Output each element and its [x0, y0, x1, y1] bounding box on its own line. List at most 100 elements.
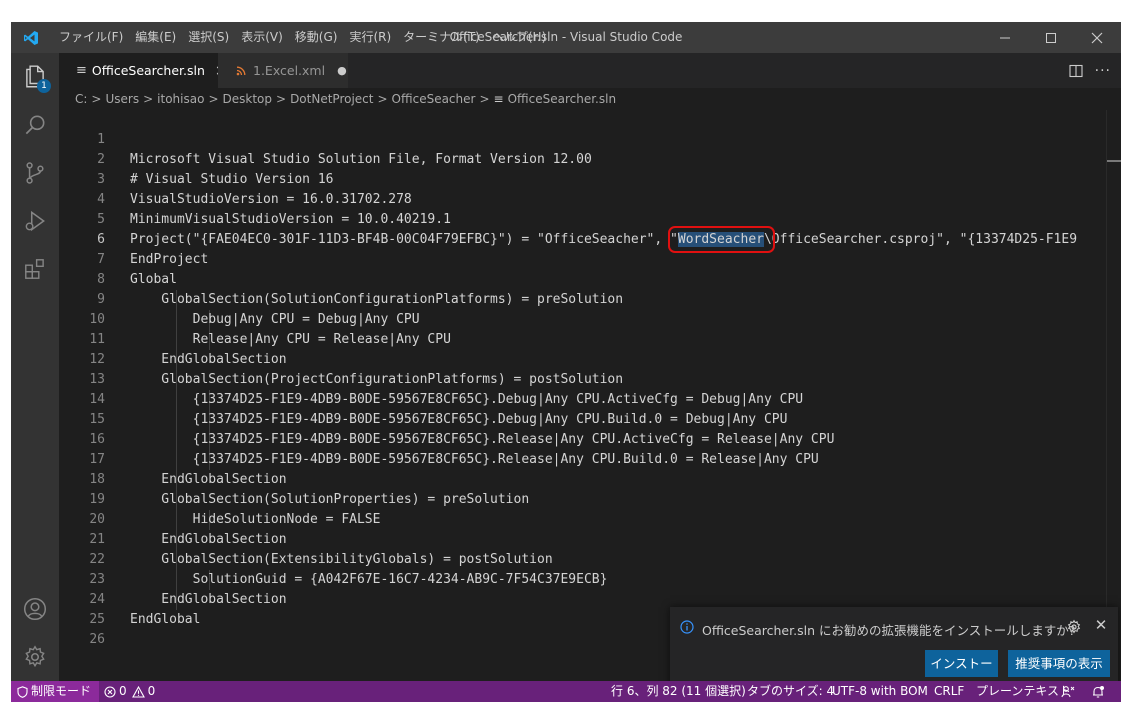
manage-button[interactable]: [11, 633, 59, 681]
close-icon: [1091, 32, 1103, 43]
extension-recommendation-notification: OfficeSearcher.sln にお勧めの拡張機能をインストールしますか?…: [670, 607, 1118, 698]
notifications-button[interactable]: [1091, 681, 1105, 702]
line-number: 5: [97, 212, 105, 227]
language-mode[interactable]: プレーンテキスト: [976, 681, 1071, 702]
editor-tabs: ≡ OfficeSearcher.sln × 1.Excel.xml ● ···: [59, 53, 1121, 88]
tab-officesearcher-sln[interactable]: ≡ OfficeSearcher.sln ×: [59, 53, 227, 88]
line-text-after: \OfficeSearcher.csproj", "{13374D25-F1E9: [763, 232, 1078, 247]
line-number: 19: [89, 492, 105, 507]
line-number: 11: [89, 332, 105, 347]
encoding[interactable]: UTF-8 with BOM: [832, 681, 928, 702]
line-number: 8: [97, 272, 105, 287]
breadcrumb-item[interactable]: OfficeSeacher: [392, 92, 476, 106]
line-text: Release|Any CPU = Release|Any CPU: [130, 332, 451, 347]
notification-message: OfficeSearcher.sln にお勧めの拡張機能をインストールしますか?: [702, 623, 1076, 638]
shield-icon: [17, 685, 28, 698]
tab-excel-xml[interactable]: 1.Excel.xml ●: [218, 53, 348, 88]
minimize-button[interactable]: [982, 22, 1028, 53]
run-debug-button[interactable]: [11, 197, 59, 245]
account-button[interactable]: [11, 585, 59, 633]
breadcrumb-file[interactable]: OfficeSearcher.sln: [508, 92, 616, 106]
menu-terminal[interactable]: ターミナル(T): [397, 22, 486, 53]
vscode-window: ファイル(F) 編集(E) 選択(S) 表示(V) 移動(G) 実行(R) ター…: [11, 22, 1121, 702]
close-window-button[interactable]: [1074, 22, 1120, 53]
line-number: 20: [89, 512, 105, 527]
close-icon[interactable]: ✕: [1093, 617, 1109, 633]
source-control-button[interactable]: [11, 149, 59, 197]
text-file-icon: ≡: [76, 63, 87, 78]
line-number: 26: [89, 632, 105, 647]
more-actions-icon[interactable]: ···: [1095, 63, 1111, 79]
menu-run[interactable]: 実行(R): [343, 22, 397, 53]
breadcrumb-item[interactable]: Desktop: [223, 92, 273, 106]
line-text: EndGlobalSection: [130, 352, 287, 367]
breadcrumb-separator: >: [143, 92, 154, 106]
cursor-position[interactable]: 行 6、列 82 (11 個選択): [611, 681, 746, 702]
vscode-logo-icon[interactable]: [23, 30, 39, 46]
breadcrumb-separator: >: [91, 92, 102, 106]
activity-bar: 1: [11, 53, 59, 681]
restricted-mode-indicator[interactable]: 制限モード: [11, 681, 100, 702]
explorer-badge: 1: [37, 79, 51, 93]
breadcrumb-separator: >: [377, 92, 388, 106]
vertical-scrollbar[interactable]: [1106, 110, 1121, 681]
line-number: 25: [89, 612, 105, 627]
line-number: 18: [89, 472, 105, 487]
explorer-button[interactable]: 1: [11, 53, 59, 101]
breadcrumb-item[interactable]: Users: [105, 92, 139, 106]
rss-xml-icon: [236, 66, 246, 75]
run-debug-icon: [25, 210, 45, 232]
line-number: 15: [89, 412, 105, 427]
scrollbar-cursor-marker: [1107, 160, 1121, 162]
menu-file[interactable]: ファイル(F): [53, 22, 129, 53]
settings-gear-icon: [25, 645, 45, 668]
account-icon: [23, 597, 47, 621]
line-number: 7: [97, 252, 105, 267]
breadcrumb-separator: >: [479, 92, 490, 106]
extensions-button[interactable]: [11, 245, 59, 293]
menu-selection[interactable]: 選択(S): [182, 22, 235, 53]
line-text-before: Project("{FAE04EC0-301F-11D3-BF4B-00C04F…: [130, 232, 678, 247]
editor-actions: ···: [1069, 53, 1111, 88]
breadcrumb-separator: >: [208, 92, 219, 106]
show-recommendations-button[interactable]: 推奨事項の表示: [1008, 650, 1110, 677]
line-text: GlobalSection(ProjectConfigurationPlatfo…: [130, 372, 624, 387]
line-number: 16: [89, 432, 105, 447]
status-bar: 制限モード 0 0 行 6、列 82 (11 個選択) タブのサイズ: 4 UT…: [11, 681, 1121, 702]
breadcrumb-item[interactable]: C:: [75, 92, 87, 106]
minimize-icon: [1000, 37, 1010, 38]
tab-size[interactable]: タブのサイズ: 4: [747, 681, 834, 702]
breadcrumb-item[interactable]: DotNetProject: [290, 92, 373, 106]
unsaved-dot-icon[interactable]: ●: [337, 64, 347, 77]
error-count: 0: [119, 684, 127, 698]
feedback-button[interactable]: [1061, 681, 1075, 702]
settings-gear-icon[interactable]: [1066, 619, 1082, 635]
line-number: 22: [89, 552, 105, 567]
line-text: {13374D25-F1E9-4DB9-B0DE-59567E8CF65C}.R…: [130, 432, 835, 447]
install-button[interactable]: インストール: [925, 650, 998, 698]
menu-go[interactable]: 移動(G): [289, 22, 344, 53]
line-number: 24: [89, 592, 105, 607]
line-number: 3: [97, 172, 105, 187]
line-text: HideSolutionNode = FALSE: [130, 512, 381, 527]
breadcrumb-item[interactable]: itohisao: [157, 92, 204, 106]
line-number: 10: [89, 312, 105, 327]
annotation-highlight-box: [667, 226, 775, 253]
line-number: 14: [89, 392, 105, 407]
error-icon: [104, 685, 116, 698]
menu-edit[interactable]: 編集(E): [129, 22, 182, 53]
warning-count: 0: [147, 684, 156, 698]
menu-view[interactable]: 表示(V): [235, 22, 289, 53]
warning-icon: [131, 685, 145, 698]
tab-label: 1.Excel.xml: [253, 63, 326, 78]
line-text: # Visual Studio Version 16: [130, 172, 334, 187]
code-editor[interactable]: 1 2 Microsoft Visual Studio Solution File…: [59, 110, 1121, 681]
line-number: 12: [89, 352, 105, 367]
search-button[interactable]: [11, 101, 59, 149]
menu-help[interactable]: ヘルプ(H): [486, 22, 552, 53]
line-text: Global: [130, 272, 177, 287]
line-ending[interactable]: CRLF: [934, 681, 964, 702]
maximize-button[interactable]: [1028, 22, 1074, 53]
problems-indicator[interactable]: 0 0: [104, 681, 155, 702]
split-editor-icon[interactable]: [1069, 64, 1083, 78]
